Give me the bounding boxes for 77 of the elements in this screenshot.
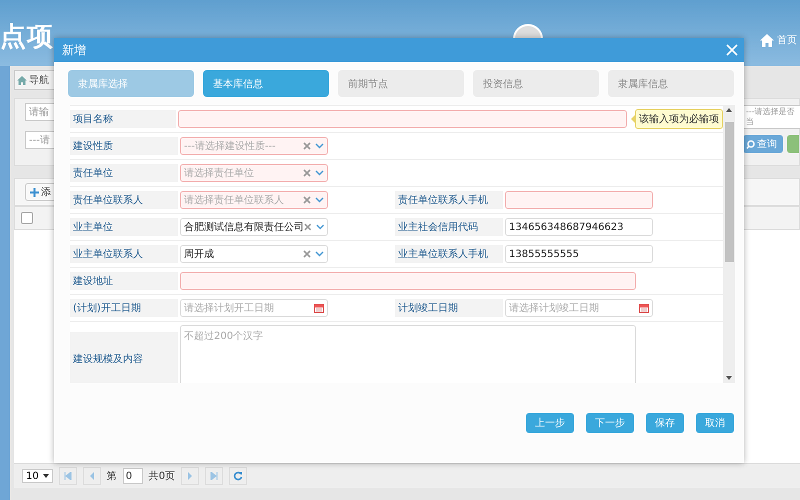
first-page-button[interactable] — [58, 467, 77, 485]
dialog-button[interactable]: 下一步 — [586, 413, 634, 433]
step-tab[interactable]: 基本库信息 — [203, 70, 329, 97]
scroll-down-icon[interactable] — [726, 376, 732, 380]
previous-page-button[interactable] — [82, 467, 101, 485]
field-label: 责任单位 — [70, 164, 178, 182]
field-label: 业主社会信用代码 — [395, 218, 503, 236]
clear-icon[interactable] — [303, 169, 311, 177]
last-page-icon — [210, 472, 218, 480]
select-field[interactable]: 合肥测试信息有限责任公司 — [180, 218, 328, 236]
chevron-down-icon[interactable] — [316, 224, 324, 230]
scrollbar[interactable] — [723, 105, 735, 383]
add-button[interactable]: 添 — [25, 183, 56, 201]
input-field[interactable] — [505, 191, 653, 209]
first-page-icon — [64, 472, 72, 480]
select-field[interactable]: ---请选择建设性质--- — [180, 137, 328, 155]
dialog-title: 新增 — [62, 42, 86, 58]
home-icon[interactable] — [760, 34, 774, 46]
previous-page-icon — [88, 472, 96, 480]
select-field[interactable]: 请选择责任单位联系人 — [180, 191, 328, 209]
chevron-down-icon[interactable] — [315, 143, 324, 149]
next-page-icon — [186, 472, 194, 480]
page-total: 共0页 — [148, 470, 176, 483]
app-title: 点项 — [0, 21, 54, 54]
field-label: 责任单位联系人 — [70, 191, 178, 209]
home-icon — [17, 76, 27, 84]
date-field[interactable]: 请选择计划开工日期 — [180, 299, 328, 317]
select-field[interactable]: ---请选择是否当 — [743, 105, 800, 129]
page-label: 第 — [106, 470, 117, 483]
chevron-down-icon[interactable] — [315, 197, 324, 203]
chevron-down-icon[interactable] — [315, 170, 324, 176]
field-label: 责任单位联系人手机 — [395, 191, 503, 209]
select-field[interactable]: 请选择责任单位 — [180, 164, 328, 182]
field-label: 业主单位 — [70, 218, 178, 236]
step-tab[interactable]: 隶属库信息 — [608, 70, 734, 97]
scroll-up-icon[interactable] — [726, 108, 732, 112]
step-tab[interactable]: 前期节点 — [338, 70, 464, 97]
refresh-icon — [233, 471, 244, 481]
date-field[interactable]: 请选择计划竣工日期 — [505, 299, 653, 317]
field-label: 计划竣工日期 — [395, 299, 503, 317]
calendar-icon[interactable] — [314, 303, 324, 313]
clear-icon[interactable] — [303, 142, 311, 150]
field-label: 建设地址 — [70, 272, 178, 290]
clear-icon[interactable] — [304, 223, 312, 231]
input-field[interactable] — [178, 110, 627, 128]
next-page-button[interactable] — [181, 467, 200, 485]
refresh-button[interactable] — [229, 467, 248, 485]
plus-icon — [30, 188, 39, 196]
step-tab[interactable]: 隶属库选择 — [68, 70, 194, 97]
page-input[interactable]: 0 — [122, 468, 143, 484]
select-all-checkbox[interactable] — [21, 212, 33, 224]
text-area[interactable]: 不超过200个汉字 — [180, 325, 636, 383]
caret-icon — [42, 474, 49, 478]
field-label: 建设性质 — [70, 137, 178, 155]
clear-icon[interactable] — [303, 196, 311, 204]
search-icon — [746, 140, 755, 148]
home-link[interactable]: 首页 — [777, 33, 797, 47]
dialog-button[interactable]: 保存 — [646, 413, 684, 433]
last-page-button[interactable] — [205, 467, 224, 485]
step-tab[interactable]: 投资信息 — [473, 70, 599, 97]
query-button[interactable]: 查询 — [743, 135, 783, 153]
input-field[interactable] — [180, 272, 636, 290]
close-icon[interactable] — [726, 44, 738, 56]
dialog-button[interactable]: 上一步 — [526, 413, 574, 433]
page-size-select[interactable]: 10 — [22, 469, 53, 483]
field-label: 建设规模及内容 — [70, 332, 178, 383]
field-label: 业主单位联系人 — [70, 245, 178, 263]
clear-icon[interactable] — [303, 250, 311, 258]
input-field[interactable]: 13855555555 — [505, 245, 653, 263]
calendar-icon[interactable] — [639, 303, 649, 313]
dialog-button[interactable]: 取消 — [696, 413, 734, 433]
select-field[interactable]: 周开成 — [180, 245, 328, 263]
field-label: 项目名称 — [70, 110, 176, 128]
field-label: 业主单位联系人手机 — [395, 245, 503, 263]
field-label: (计划)开工日期 — [70, 299, 178, 317]
input-field[interactable]: 134656348687946623 — [505, 218, 653, 236]
chevron-down-icon[interactable] — [315, 251, 324, 257]
